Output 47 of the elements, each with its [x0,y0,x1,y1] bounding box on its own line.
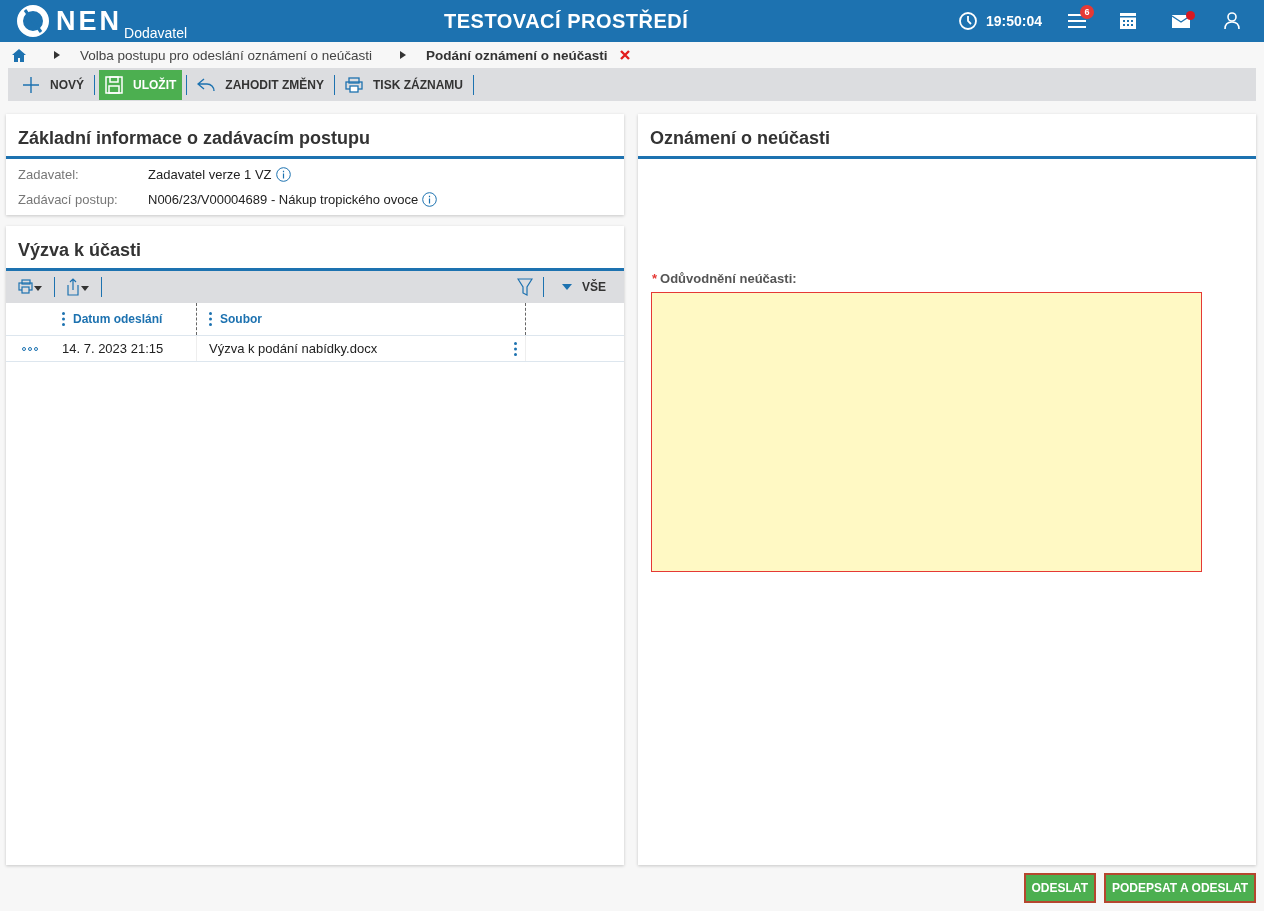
print-button[interactable]: TISK ZÁZNAMU [339,69,469,100]
new-button[interactable]: NOVÝ [16,69,90,100]
column-header[interactable]: Datum odeslání [62,303,196,335]
filter-icon[interactable] [517,278,533,296]
field-label: Zadavatel: [18,167,80,182]
printer-dropdown-icon[interactable] [18,278,44,296]
table-cell: Výzva k podání nabídky.docx [209,341,378,356]
caret-right-icon [54,51,60,59]
card-title: Základní informace o zadávacím postupu [6,114,624,159]
caret-down-icon [562,284,572,290]
card-title: Oznámení o neúčasti [638,114,1256,159]
printer-icon [345,76,363,93]
clock-icon [957,11,978,31]
clock-time: 19:50:04 [985,13,1042,29]
table-cell: 14. 7. 2023 21:15 [62,341,164,356]
undo-arrow-icon [197,76,216,93]
kebab-icon [209,312,212,326]
kebab-icon[interactable] [514,341,517,356]
info-icon[interactable] [422,192,438,207]
required-asterisk: * [652,271,658,286]
export-dropdown-icon[interactable] [65,278,91,296]
info-icon[interactable] [275,167,291,182]
home-icon[interactable] [12,48,26,62]
filter-dropdown[interactable]: VŠE [554,280,614,294]
caret-right-icon [399,51,406,59]
field-value: N006/23/V00004689 - Nákup tropického ovoce [148,192,419,207]
field-label: Odůvodnění neúčasti: [660,271,797,286]
column-header[interactable]: Soubor [196,303,526,335]
field-label: Zadávací postup: [18,192,119,207]
more-dots-icon[interactable] [22,346,38,351]
ring-logo-icon [16,4,50,38]
breadcrumb-link[interactable]: Volba postupu pro odeslání oznámení o neúčasti [80,47,372,63]
kebab-icon [62,312,65,326]
calendar-icon[interactable] [1120,13,1136,29]
close-icon[interactable] [619,50,630,60]
discard-button[interactable]: ZAHODIT ZMĚNY [191,69,330,100]
breadcrumb-link[interactable]: Podání oznámení o neúčasti [425,47,608,63]
menu-icon [1068,14,1086,28]
notification-badge: 6 [1080,5,1094,19]
menu-button[interactable]: 6 [1068,4,1096,28]
user-icon[interactable] [1224,12,1240,30]
logo-text: NEN [56,5,122,37]
plus-icon [22,75,40,94]
field-value: Zadavatel verze 1 VZ [148,167,272,182]
environment-title: TESTOVACÍ PROSTŘEDÍ [443,9,690,33]
envelope-icon [1172,14,1190,28]
logo-subtitle: Dodavatel [124,25,188,41]
